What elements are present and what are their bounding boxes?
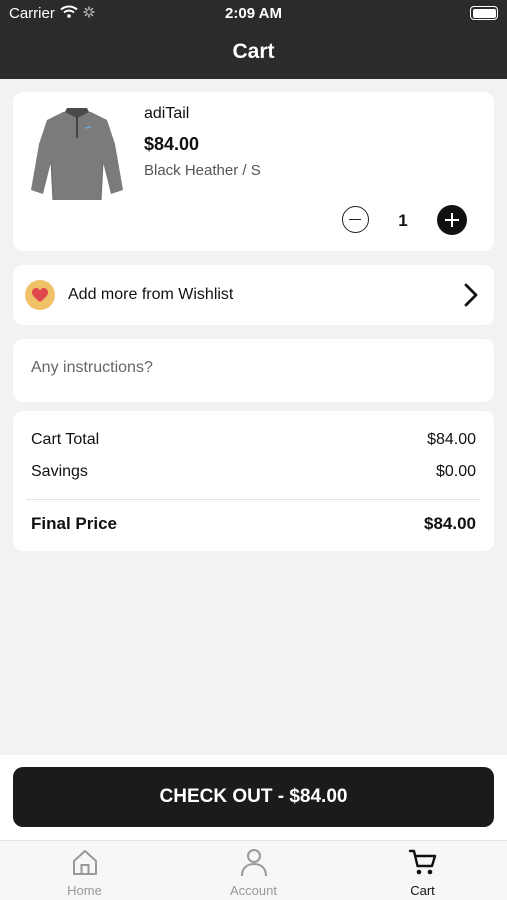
cart-total-row: Cart Total $84.00 bbox=[31, 431, 476, 449]
tab-cart-label: Cart bbox=[410, 883, 435, 898]
savings-label: Savings bbox=[31, 463, 88, 480]
savings-value: $0.00 bbox=[435, 463, 476, 480]
savings-row: Savings $0.00 bbox=[31, 463, 476, 481]
cart-total-label: Cart Total bbox=[31, 431, 100, 448]
quantity-value: 1 bbox=[398, 211, 408, 230]
tab-bar: Home Account Cart bbox=[0, 840, 507, 900]
status-bar: Carrier 2:09 AM bbox=[0, 0, 507, 28]
summary-divider bbox=[26, 499, 481, 500]
tab-account-label: Account bbox=[230, 883, 277, 898]
instructions-input[interactable] bbox=[31, 359, 471, 377]
cart-icon bbox=[408, 847, 438, 882]
home-icon bbox=[70, 847, 100, 882]
chevron-right-icon bbox=[463, 283, 479, 312]
checkout-button[interactable]: CHECK OUT - $84.00 bbox=[13, 767, 494, 827]
cart-total-value: $84.00 bbox=[427, 431, 476, 448]
final-price-value: $84.00 bbox=[424, 514, 476, 533]
price-summary: Cart Total $84.00 Savings $0.00 Final Pr… bbox=[13, 411, 494, 551]
item-variant: Black Heather / S bbox=[144, 162, 261, 179]
final-price-row: Final Price $84.00 bbox=[31, 514, 476, 534]
tab-home-label: Home bbox=[67, 883, 102, 898]
battery-icon bbox=[470, 6, 498, 20]
heart-icon bbox=[25, 280, 55, 310]
tab-home[interactable]: Home bbox=[0, 841, 169, 900]
product-image[interactable] bbox=[27, 104, 127, 204]
decrease-quantity-button[interactable] bbox=[342, 206, 369, 233]
wishlist-row[interactable]: Add more from Wishlist bbox=[13, 265, 494, 325]
person-icon bbox=[239, 847, 269, 882]
nav-bar: Cart bbox=[0, 28, 507, 79]
tab-cart[interactable]: Cart bbox=[338, 841, 507, 900]
page-title: Cart bbox=[232, 40, 275, 63]
increase-quantity-button[interactable] bbox=[437, 205, 467, 235]
tab-account[interactable]: Account bbox=[169, 841, 338, 900]
item-brand: adiTail bbox=[144, 105, 190, 122]
item-price: $84.00 bbox=[144, 134, 200, 154]
checkout-area: CHECK OUT - $84.00 bbox=[0, 755, 507, 840]
cart-item-card: adiTail $84.00 Black Heather / S 1 bbox=[13, 92, 494, 251]
final-price-label: Final Price bbox=[31, 514, 117, 533]
instructions-card bbox=[13, 339, 494, 402]
wishlist-label: Add more from Wishlist bbox=[68, 286, 234, 303]
status-time: 2:09 AM bbox=[225, 5, 282, 22]
